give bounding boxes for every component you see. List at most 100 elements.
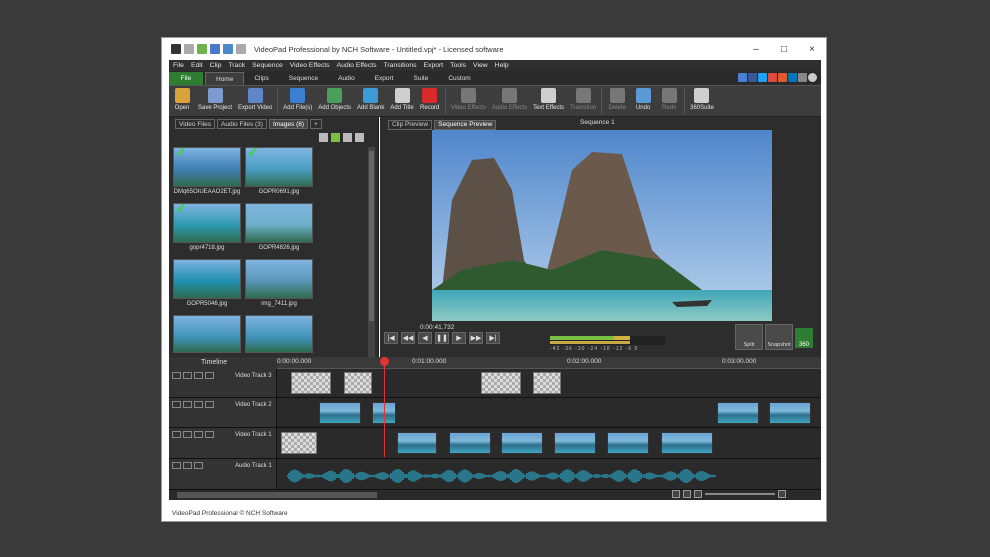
menu-help[interactable]: Help <box>495 62 509 69</box>
timeline-ruler[interactable]: 0:00:00.000 0:01:00.000 0:02:00.000 0:03… <box>277 357 821 369</box>
next-frame-icon[interactable]: ▶▶ <box>469 332 483 344</box>
open-icon[interactable] <box>197 44 207 54</box>
timeline-clip[interactable] <box>449 432 491 454</box>
timeline-clip[interactable] <box>554 432 596 454</box>
zoom-in-icon[interactable] <box>778 490 786 498</box>
like-icon[interactable] <box>738 73 747 82</box>
image-thumbnail[interactable] <box>245 203 313 243</box>
timeline-clip[interactable] <box>481 372 521 394</box>
timeline-clip[interactable] <box>291 372 331 394</box>
tab-clips[interactable]: Clips <box>244 72 278 85</box>
tab-sequence-preview[interactable]: Sequence Preview <box>434 119 497 130</box>
menu-view[interactable]: View <box>473 62 488 69</box>
go-start-icon[interactable]: |◀ <box>384 332 398 344</box>
tab-custom[interactable]: Custom <box>438 72 480 85</box>
google-icon[interactable] <box>768 73 777 82</box>
film-icon[interactable] <box>194 401 203 408</box>
add-bin-tab[interactable]: + <box>310 119 322 129</box>
image-thumbnail[interactable] <box>173 259 241 299</box>
bin-scrollbar[interactable] <box>368 147 375 357</box>
lock-icon[interactable] <box>205 372 214 379</box>
add-blank-button[interactable]: Add Blank <box>354 88 387 111</box>
save-icon[interactable] <box>210 44 220 54</box>
tab-sequence[interactable]: Sequence <box>279 72 328 85</box>
menu-sequence[interactable]: Sequence <box>252 62 283 69</box>
film-icon[interactable] <box>194 431 203 438</box>
transition-button[interactable]: Transition <box>567 88 599 111</box>
image-thumbnail[interactable] <box>245 315 313 353</box>
timeline-clip[interactable] <box>607 432 649 454</box>
open-button[interactable]: Open <box>169 88 195 111</box>
help-icon[interactable] <box>808 73 817 82</box>
menu-track[interactable]: Track <box>228 62 245 69</box>
lock-icon[interactable] <box>194 462 203 469</box>
video-effects-button[interactable]: Video Effects <box>448 88 489 111</box>
go-end-icon[interactable]: ▶| <box>486 332 500 344</box>
image-thumbnail[interactable] <box>173 315 241 353</box>
collapse-icon[interactable] <box>172 401 181 408</box>
speaker-icon[interactable] <box>183 462 192 469</box>
lock-icon[interactable] <box>205 401 214 408</box>
timeline-clip[interactable] <box>501 432 543 454</box>
split-button[interactable]: Split <box>735 324 763 350</box>
delete-icon[interactable] <box>319 132 328 142</box>
save-project-button[interactable]: Save Project <box>195 88 235 111</box>
menu-clip[interactable]: Clip <box>210 62 222 69</box>
eye-icon[interactable] <box>183 431 192 438</box>
linkedin-icon[interactable] <box>788 73 797 82</box>
timeline-clip[interactable] <box>397 432 437 454</box>
collapse-icon[interactable] <box>172 431 181 438</box>
undo-button[interactable]: Undo <box>630 88 656 111</box>
playhead[interactable] <box>384 357 385 457</box>
add-title-button[interactable]: Add Title <box>387 88 416 111</box>
360-button[interactable]: 360 <box>795 328 813 348</box>
menu-transitions[interactable]: Transitions <box>384 62 417 69</box>
list-view-icon[interactable] <box>343 132 352 142</box>
playhead-handle[interactable] <box>380 357 389 366</box>
minimize-button[interactable]: – <box>742 38 770 60</box>
tab-audio-files[interactable]: Audio Files (3) <box>217 119 267 129</box>
audio-effects-button[interactable]: Audio Effects <box>489 88 530 111</box>
timeline-clip[interactable] <box>717 402 759 424</box>
rss-icon[interactable] <box>778 73 787 82</box>
menu-edit[interactable]: Edit <box>191 62 203 69</box>
delete-button[interactable]: Delete <box>604 88 630 111</box>
close-button[interactable]: × <box>798 38 826 60</box>
tab-export[interactable]: Export <box>365 72 404 85</box>
snapshot-button[interactable]: Snapshot <box>765 324 793 350</box>
play-icon[interactable]: ▶ <box>452 332 466 344</box>
timeline-clip[interactable] <box>281 432 317 454</box>
add-objects-button[interactable]: Add Objects <box>315 88 354 111</box>
add-file-s-button[interactable]: Add File(s) <box>280 88 315 111</box>
fit-icon[interactable] <box>672 490 680 498</box>
tab-file[interactable]: File <box>169 72 203 85</box>
zoom-out-icon[interactable] <box>694 490 702 498</box>
tab-home[interactable]: Home <box>205 72 245 85</box>
record-button[interactable]: Record <box>417 88 443 111</box>
eye-icon[interactable] <box>183 401 192 408</box>
prev-frame-icon[interactable]: ◀◀ <box>401 332 415 344</box>
tab-video-files[interactable]: Video Files <box>175 119 216 129</box>
scroll-thumb[interactable] <box>369 151 374 321</box>
menu-audio-effects[interactable]: Audio Effects <box>337 62 377 69</box>
text-effects-button[interactable]: Text Effects <box>530 88 567 111</box>
dropdown-icon[interactable] <box>798 73 807 82</box>
zoom-fit-icon[interactable] <box>683 490 691 498</box>
timeline-clip[interactable] <box>319 402 361 424</box>
facebook-icon[interactable] <box>748 73 757 82</box>
scroll-thumb[interactable] <box>177 492 377 498</box>
zoom-slider[interactable] <box>705 493 775 495</box>
tab-clip-preview[interactable]: Clip Preview <box>388 119 433 130</box>
menu-video-effects[interactable]: Video Effects <box>290 62 330 69</box>
redo-button[interactable]: Redo <box>656 88 682 111</box>
eye-icon[interactable] <box>183 372 192 379</box>
timeline-clip[interactable] <box>344 372 372 394</box>
tab-audio[interactable]: Audio <box>328 72 365 85</box>
tab-images[interactable]: Images (8) <box>268 119 309 129</box>
image-thumbnail[interactable] <box>245 259 313 299</box>
collapse-icon[interactable] <box>172 462 181 469</box>
tab-suite[interactable]: Suite <box>404 72 439 85</box>
collapse-icon[interactable] <box>172 372 181 379</box>
maximize-button[interactable]: □ <box>770 38 798 60</box>
menu-export[interactable]: Export <box>424 62 444 69</box>
